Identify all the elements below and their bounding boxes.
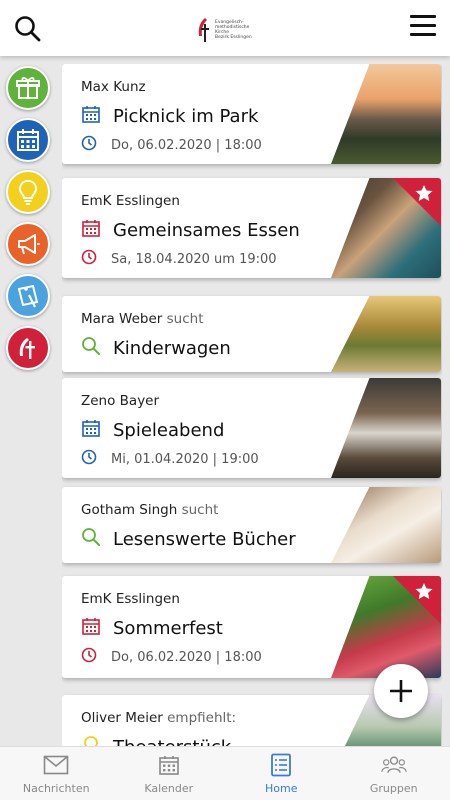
cross-flame-icon (196, 16, 212, 44)
megaphone-icon[interactable] (6, 222, 50, 266)
lightbulb-icon[interactable] (6, 170, 50, 214)
nav-label: Home (265, 782, 298, 795)
search-icon (81, 527, 101, 551)
card-author: Max Kunz (81, 79, 146, 95)
card-title-row: Gemeinsames Essen (81, 218, 300, 242)
card-date: Do, 06.02.2020 | 18:00 (111, 137, 262, 153)
hamburger-menu-icon[interactable] (410, 15, 436, 37)
group-icon (381, 753, 407, 777)
card-title: Kinderwagen (113, 337, 231, 359)
nav-kalender[interactable]: Kalender (113, 747, 226, 800)
list-icon (268, 753, 294, 777)
card-title-row: Theaterstück (81, 735, 231, 746)
feed: Max Kunz Picknick im Park Do, 06.02.2020… (62, 64, 442, 746)
card-image (331, 296, 441, 372)
card-title: Sommerfest (113, 617, 223, 639)
feed-card[interactable]: EmK Esslingen Sommerfest Do, 06.02.2020 … (62, 576, 441, 678)
note-icon[interactable] (6, 274, 50, 318)
calendar-icon (81, 218, 101, 242)
card-verb: empfiehlt: (167, 710, 237, 726)
feed-card[interactable]: Gotham Singh sucht Lesenswerte Bücher (62, 487, 441, 563)
plus-icon (390, 680, 412, 702)
nav-label: Kalender (144, 782, 194, 795)
nav-nachrichten[interactable]: Nachrichten (0, 747, 113, 800)
nav-label: Nachrichten (22, 782, 90, 795)
card-author: Mara Weber sucht (81, 311, 204, 327)
feed-card[interactable]: Mara Weber sucht Kinderwagen (62, 296, 441, 372)
calendar-icon[interactable] (6, 118, 50, 162)
card-image (331, 378, 441, 478)
card-meta-row: Mi, 01.04.2020 | 19:00 (81, 449, 259, 469)
card-verb: sucht (166, 311, 204, 327)
add-button[interactable] (374, 664, 428, 718)
card-title-row: Sommerfest (81, 616, 223, 640)
featured-ribbon (393, 178, 441, 226)
card-author: EmK Esslingen (81, 591, 180, 607)
lightbulb-icon (81, 735, 101, 746)
card-image (331, 64, 441, 164)
card-title-row: Picknick im Park (81, 104, 258, 128)
nav-gruppen[interactable]: Gruppen (338, 747, 450, 800)
calendar-icon (81, 616, 101, 640)
card-author: Gotham Singh sucht (81, 502, 219, 518)
card-meta-row: Do, 06.02.2020 | 18:00 (81, 135, 262, 155)
clock-icon (81, 449, 97, 469)
clock-icon (81, 647, 97, 667)
nav-label: Gruppen (369, 782, 418, 795)
card-title: Theaterstück (113, 737, 231, 747)
card-verb: sucht (181, 502, 219, 518)
card-title-row: Kinderwagen (81, 336, 231, 360)
nav-home[interactable]: Home (225, 747, 338, 800)
card-date: Sa, 18.04.2020 um 19:00 (111, 251, 277, 267)
card-title: Picknick im Park (113, 105, 259, 127)
card-title: Lesenswerte Bücher (113, 528, 296, 550)
card-author: Oliver Meier empfiehlt: (81, 710, 237, 726)
card-meta-row: Do, 06.02.2020 | 18:00 (81, 647, 262, 667)
card-meta-row: Sa, 18.04.2020 um 19:00 (81, 249, 277, 269)
calendar-icon (81, 418, 101, 442)
card-title-row: Lesenswerte Bücher (81, 527, 296, 551)
mail-icon (43, 753, 69, 777)
card-title-row: Spieleabend (81, 418, 224, 442)
clock-icon (81, 249, 97, 269)
search-icon[interactable] (14, 15, 42, 43)
card-title: Spieleabend (113, 419, 225, 441)
feed-card[interactable]: Zeno Bayer Spieleabend Mi, 01.04.2020 | … (62, 378, 441, 478)
search-icon (81, 336, 101, 360)
clock-icon (81, 135, 97, 155)
card-author: Zeno Bayer (81, 393, 160, 409)
featured-ribbon (393, 576, 441, 624)
card-author: EmK Esslingen (81, 193, 180, 209)
bottom-navigation: Nachrichten Kalender Home Gruppen (0, 746, 450, 800)
feed-card[interactable]: Max Kunz Picknick im Park Do, 06.02.2020… (62, 64, 441, 164)
feed-card[interactable]: EmK Esslingen Gemeinsames Essen Sa, 18.0… (62, 178, 441, 278)
card-image (331, 487, 441, 563)
calendar-icon (81, 104, 101, 128)
church-cross-icon[interactable] (6, 326, 50, 370)
top-bar: Evangelisch- methodistische Kirche Bezir… (0, 0, 450, 56)
gift-icon[interactable] (6, 66, 50, 110)
logo-text: Evangelisch- methodistische Kirche Bezir… (215, 20, 252, 40)
category-sidebar (0, 56, 58, 746)
card-title: Gemeinsames Essen (113, 219, 300, 241)
church-logo: Evangelisch- methodistische Kirche Bezir… (196, 14, 256, 46)
card-date: Do, 06.02.2020 | 18:00 (111, 649, 262, 665)
card-date: Mi, 01.04.2020 | 19:00 (111, 451, 259, 467)
calendar-icon (156, 753, 182, 777)
